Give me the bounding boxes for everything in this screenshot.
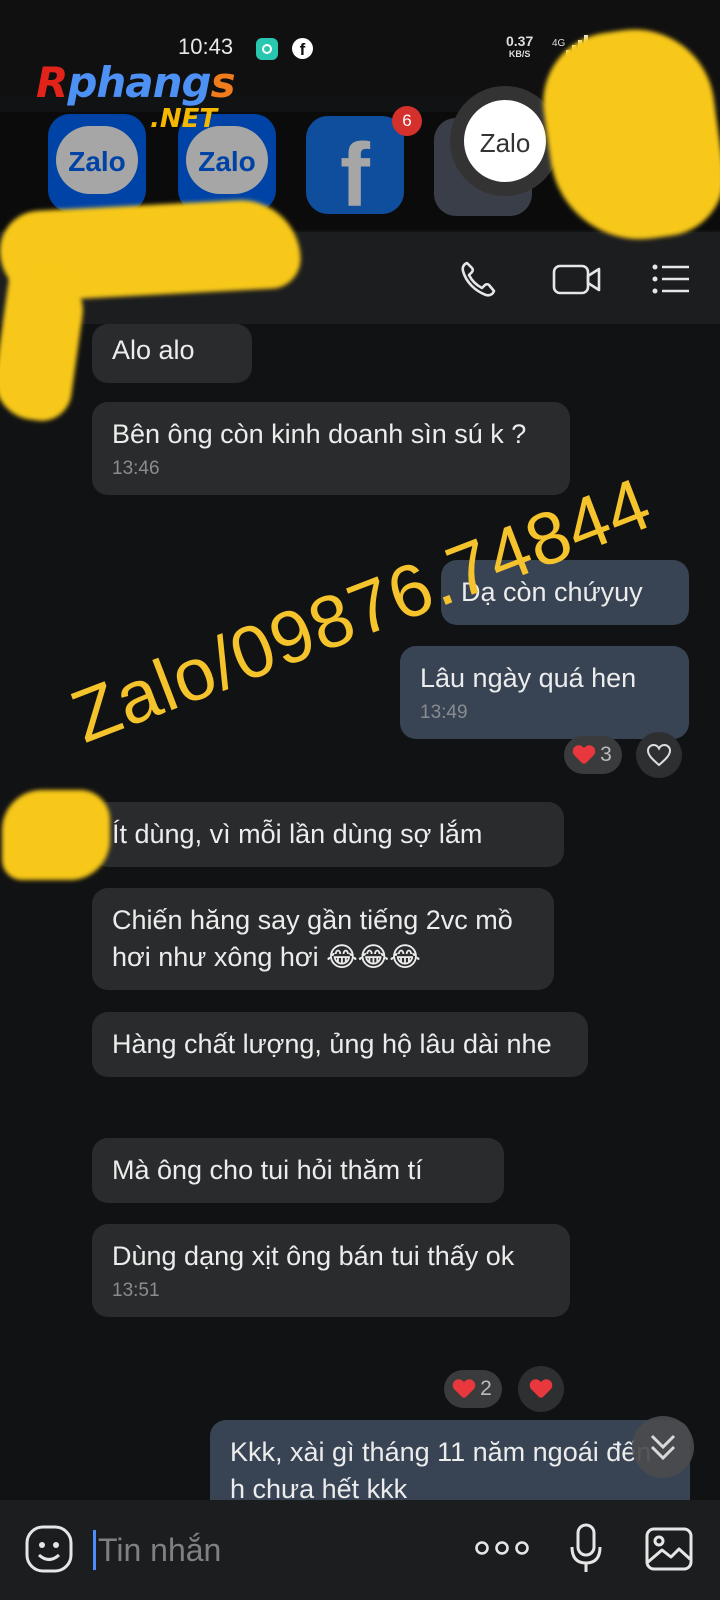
scroll-to-bottom-button[interactable]	[632, 1416, 694, 1478]
list-menu-icon[interactable]	[650, 258, 692, 300]
more-dots-icon[interactable]	[474, 1538, 530, 1558]
reaction-summary[interactable]: 3	[564, 736, 622, 774]
heart-outline-icon	[646, 743, 672, 767]
message-incoming[interactable]: Hàng chất lượng, ủng hộ lâu dài nhe	[92, 1012, 588, 1077]
heart-icon	[454, 1380, 474, 1398]
censor-blob	[2, 790, 110, 880]
network-speed-value: 0.37	[506, 33, 534, 49]
phone-icon[interactable]	[458, 258, 500, 300]
message-time: 13:49	[420, 702, 468, 723]
logo-s: s	[210, 58, 236, 107]
react-button[interactable]	[636, 732, 682, 778]
site-logo: Rphangs	[36, 58, 236, 107]
heart-icon	[574, 746, 594, 764]
message-text: Ít dùng, vì mỗi lần dùng sợ lắm	[112, 819, 483, 849]
double-chevron-down-icon	[650, 1434, 676, 1461]
message-text: Kkk, xài gì tháng 11 năm ngoái đến h chư…	[230, 1437, 652, 1500]
message-incoming[interactable]: Mà ông cho tui hỏi thăm tí	[92, 1138, 504, 1203]
network-type: 4G	[552, 38, 566, 49]
message-time: 13:46	[112, 458, 160, 479]
facebook-notification-icon: f	[292, 38, 313, 59]
message-text: Mà ông cho tui hỏi thăm tí	[112, 1155, 423, 1185]
microphone-icon[interactable]	[568, 1522, 604, 1576]
reaction-count: 3	[600, 743, 612, 766]
message-incoming[interactable]: Alo alo	[92, 324, 252, 383]
text-caret	[93, 1530, 96, 1570]
notification-badge: 6	[392, 106, 422, 136]
message-incoming[interactable]: Dùng dạng xịt ông bán tui thấy ok 13:51	[92, 1224, 570, 1317]
message-incoming[interactable]: Bên ông còn kinh doanh sìn sú k ? 13:46	[92, 402, 570, 495]
message-text: Chiến hăng say gần tiếng 2vc mồ hơi như …	[112, 905, 513, 972]
message-incoming[interactable]: Chiến hăng say gần tiếng 2vc mồ hơi như …	[92, 888, 554, 990]
sticker-icon[interactable]	[24, 1524, 74, 1574]
zalo-floating-label: Zalo	[479, 128, 531, 158]
message-incoming[interactable]: Ít dùng, vì mỗi lần dùng sợ lắm	[92, 802, 564, 867]
message-text: Lâu ngày quá hen	[420, 663, 637, 693]
logo-main: phang	[67, 58, 211, 107]
logo-net: .NET	[150, 104, 218, 134]
heart-icon	[531, 1380, 551, 1398]
message-outgoing[interactable]: Lâu ngày quá hen 13:49	[400, 646, 689, 739]
image-icon[interactable]	[644, 1526, 694, 1572]
network-speed: 0.37 KB/S	[506, 33, 534, 61]
message-input[interactable]	[98, 1532, 398, 1569]
logo-r: R	[36, 58, 68, 107]
video-call-icon[interactable]	[552, 258, 602, 300]
network-speed-unit: KB/S	[508, 49, 531, 59]
reaction-summary[interactable]: 2	[444, 1370, 502, 1408]
reaction-count: 2	[480, 1377, 492, 1400]
message-outgoing[interactable]: Kkk, xài gì tháng 11 năm ngoái đến h chư…	[210, 1420, 690, 1500]
status-time: 10:43	[178, 34, 234, 59]
message-text: Dùng dạng xịt ông bán tui thấy ok	[112, 1241, 515, 1271]
message-text: Bên ông còn kinh doanh sìn sú k ?	[112, 419, 527, 449]
react-button[interactable]	[518, 1366, 564, 1412]
notification-app-icon	[256, 38, 278, 60]
message-composer	[0, 1500, 720, 1600]
message-time: 13:51	[112, 1280, 160, 1301]
message-text: Hàng chất lượng, ủng hộ lâu dài nhe	[112, 1029, 552, 1059]
message-text: Alo alo	[112, 335, 195, 365]
